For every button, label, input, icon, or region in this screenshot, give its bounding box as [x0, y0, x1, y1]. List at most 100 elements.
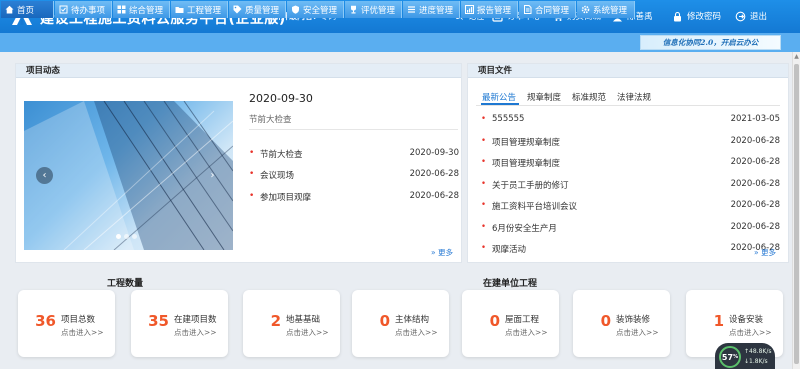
stat-enter-link[interactable]: 点击进入>>	[616, 327, 659, 338]
stat-enter-link[interactable]: 点击进入>>	[395, 327, 438, 338]
stat-card-roofing[interactable]: 0 屋面工程 点击进入>>	[462, 290, 559, 357]
news-item-title: 节前大检查	[260, 150, 303, 160]
download-speed-value: 1.8	[749, 358, 759, 365]
page-scrollbar[interactable]: ▲	[792, 52, 800, 369]
stat-label: 地基基础	[286, 315, 321, 325]
bullet-icon: •	[481, 179, 487, 189]
tab-quality-management[interactable]: 质量管理	[229, 1, 286, 18]
stat-enter-link[interactable]: 点击进入>>	[61, 327, 104, 338]
tab-home[interactable]: 首页	[1, 1, 54, 18]
stat-label: 屋面工程	[505, 315, 540, 325]
download-speed: ↓1.8K/s	[744, 358, 768, 365]
file-item-date: 2021-03-05	[730, 114, 780, 124]
scroll-thumb[interactable]	[794, 64, 799, 364]
news-item-title: 参加项目观摩	[260, 193, 312, 203]
tab-divider	[476, 105, 780, 106]
tab-report-management[interactable]: 报告管理	[461, 1, 518, 18]
news-more-link[interactable]: » 更多	[431, 247, 453, 258]
admin-icon	[117, 5, 126, 14]
gear-icon	[581, 5, 590, 14]
cpu-percent-gauge: 57%	[719, 346, 741, 368]
carousel-dot[interactable]	[132, 234, 137, 239]
file-list-item[interactable]: • 555555 2021-03-05	[481, 114, 780, 126]
file-list-item[interactable]: • 6月份安全生产月 2020-06-28	[481, 222, 780, 234]
carousel-dot[interactable]	[124, 234, 129, 239]
tab-contract-management-label: 合同管理	[535, 5, 570, 16]
stat-value: 2	[270, 312, 281, 330]
double-chevron-right-icon: »	[431, 248, 436, 257]
file-list-item[interactable]: • 项目管理规章制度 2020-06-28	[481, 157, 780, 169]
file-item-date: 2020-06-28	[730, 179, 780, 189]
tab-progress-management-label: 进度管理	[419, 5, 454, 16]
stat-label: 主体结构	[395, 315, 430, 325]
tab-general-management[interactable]: 综合管理	[113, 1, 170, 18]
tab-home-label: 首页	[17, 5, 35, 16]
tab-standards[interactable]: 标准规范	[572, 91, 606, 103]
tab-progress-management[interactable]: 进度管理	[403, 1, 460, 18]
file-item-date: 2020-06-28	[730, 157, 780, 167]
tab-system-management[interactable]: 系统管理	[577, 1, 635, 18]
files-more-link[interactable]: » 更多	[754, 247, 776, 258]
bullet-icon: •	[249, 169, 255, 179]
download-speed-unit: K/s	[758, 358, 768, 365]
file-list-item[interactable]: • 观摩活动 2020-06-28	[481, 243, 780, 255]
news-list-item[interactable]: • 节前大检查 2020-09-30	[249, 148, 459, 160]
stat-enter-link[interactable]: 点击进入>>	[505, 327, 548, 338]
project-news-title: 项目动态	[16, 64, 461, 78]
tab-award-management[interactable]: 评优管理	[345, 1, 402, 18]
tab-laws[interactable]: 法律法规	[617, 91, 651, 103]
stat-card-foundation[interactable]: 2 地基基础 点击进入>>	[243, 290, 340, 357]
bullet-icon: •	[481, 200, 487, 210]
stat-enter-link[interactable]: 点击进入>>	[286, 327, 329, 338]
stat-card-total-projects[interactable]: 36 项目总数 点击进入>>	[18, 290, 115, 357]
stat-card-active-projects[interactable]: 35 在建项目数 点击进入>>	[131, 290, 228, 357]
file-item-date: 2020-06-28	[730, 222, 780, 232]
news-list-item[interactable]: • 会议现场 2020-06-28	[249, 169, 459, 181]
file-item-title: 555555	[492, 114, 525, 124]
stat-label: 项目总数	[61, 315, 96, 325]
stat-enter-link[interactable]: 点击进入>>	[174, 327, 217, 338]
change-password-link[interactable]: 修改密码	[672, 10, 721, 22]
tab-latest-notices[interactable]: 最新公告	[482, 91, 516, 103]
stat-enter-link[interactable]: 点击进入>>	[729, 327, 772, 338]
featured-news-title[interactable]: 节前大检查	[249, 113, 292, 125]
chevron-right-icon: ›	[210, 170, 215, 181]
file-item-date: 2020-06-28	[730, 136, 780, 146]
news-item-date: 2020-09-30	[409, 148, 459, 158]
news-item-date: 2020-06-28	[409, 191, 459, 201]
carousel-dot[interactable]	[116, 234, 121, 239]
file-list-item[interactable]: • 项目管理规章制度 2020-06-28	[481, 136, 780, 148]
file-list-item[interactable]: • 关于员工手册的修订 2020-06-28	[481, 179, 780, 191]
bullet-icon: •	[481, 157, 487, 167]
news-carousel-image[interactable]	[24, 101, 233, 250]
stat-card-decoration[interactable]: 0 装饰装修 点击进入>>	[573, 290, 670, 357]
bullet-icon: •	[249, 191, 255, 201]
carousel-prev-button[interactable]: ‹	[36, 167, 53, 184]
network-monitor-widget[interactable]: 57% ↑48.8K/s ↓1.8K/s	[715, 343, 775, 369]
tab-contract-management[interactable]: 合同管理	[519, 1, 576, 18]
upload-speed: ↑48.8K/s	[744, 348, 771, 355]
tab-project-management[interactable]: 工程管理	[171, 1, 228, 18]
change-password-label: 修改密码	[687, 12, 722, 22]
news-list-item[interactable]: • 参加项目观摩 2020-06-28	[249, 191, 459, 203]
scroll-up-icon[interactable]: ▲	[793, 54, 800, 60]
bullet-icon: •	[481, 136, 487, 146]
upload-speed-unit: K/s	[762, 348, 772, 355]
tab-project-management-label: 工程管理	[187, 5, 222, 16]
logout-link[interactable]: 退出	[735, 10, 767, 22]
shield-icon	[292, 5, 299, 14]
project-count-title: 工程数量	[107, 279, 144, 289]
tab-safety-management[interactable]: 安全管理	[287, 1, 344, 18]
progress-icon	[408, 6, 415, 13]
tab-regulations[interactable]: 规章制度	[527, 91, 561, 103]
file-item-title: 施工资料平台培训会议	[492, 202, 578, 212]
double-chevron-right-icon: »	[754, 248, 759, 257]
tab-todo[interactable]: 待办事项	[55, 1, 112, 18]
file-item-title: 关于员工手册的修订	[492, 181, 569, 191]
stat-card-main-structure[interactable]: 0 主体结构 点击进入>>	[352, 290, 449, 357]
todo-icon	[59, 5, 68, 14]
tag-icon	[233, 5, 242, 14]
carousel-next-button[interactable]: ›	[204, 167, 221, 184]
featured-news-date: 2020-09-30	[249, 92, 313, 105]
file-list-item[interactable]: • 施工资料平台培训会议 2020-06-28	[481, 200, 780, 212]
